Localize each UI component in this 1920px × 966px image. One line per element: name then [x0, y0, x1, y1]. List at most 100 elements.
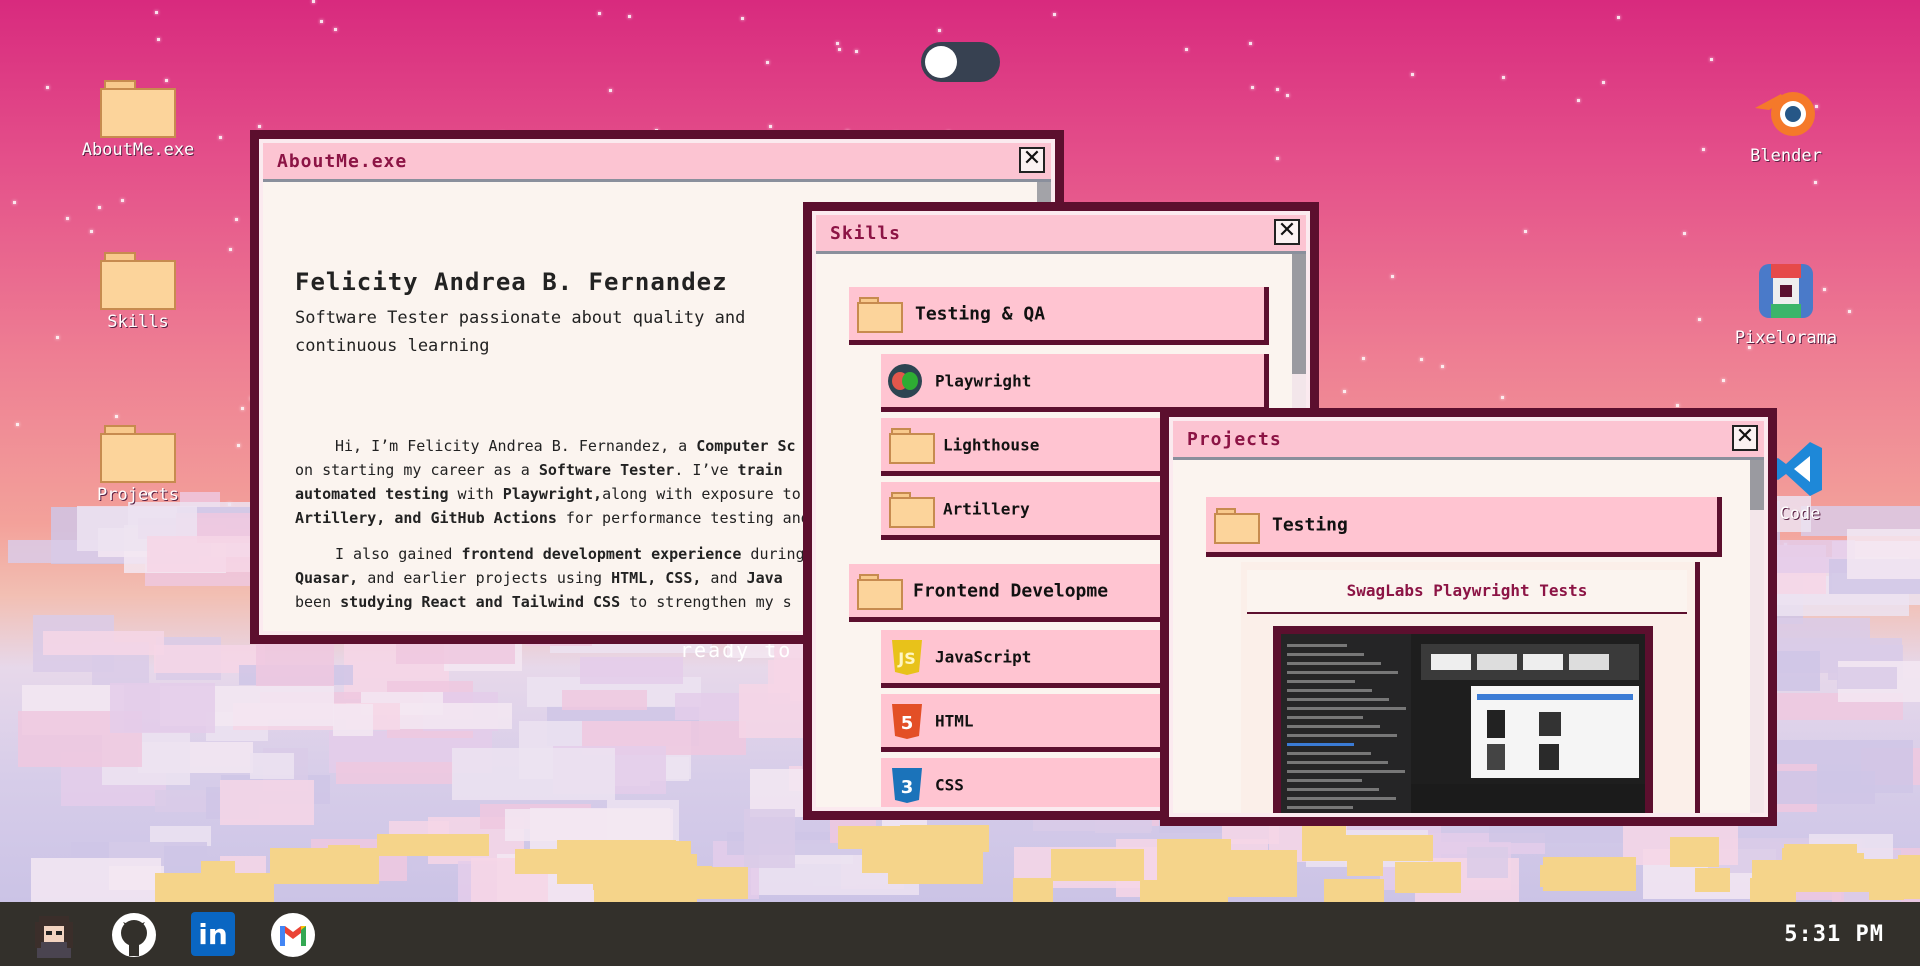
desktop-icon-projects[interactable]: Projects	[78, 425, 198, 505]
desktop-icon-label: Blender	[1750, 146, 1822, 166]
project-screenshot-frame	[1273, 626, 1653, 813]
skill-item-label: Playwright	[935, 371, 1032, 390]
text: on starting my career as a	[295, 461, 539, 479]
star	[1441, 365, 1444, 368]
clock: 5:31 PM	[1784, 922, 1884, 947]
window-titlebar[interactable]: Projects ✕	[1173, 421, 1764, 460]
desktop-icon-pixelorama[interactable]: Pixelorama	[1726, 258, 1846, 348]
close-button[interactable]: ✕	[1019, 147, 1045, 173]
star	[1722, 379, 1725, 382]
star	[98, 206, 101, 209]
scrollbar[interactable]	[1750, 460, 1764, 813]
blender-icon	[1755, 92, 1815, 136]
star	[115, 415, 118, 418]
star	[1502, 76, 1505, 79]
close-button[interactable]: ✕	[1732, 425, 1758, 451]
text: Hi, I’m Felicity Andrea B. Fernandez, a	[335, 437, 697, 455]
folder-icon	[1214, 508, 1260, 544]
star	[235, 218, 238, 221]
text: along with exposure to	[602, 485, 801, 503]
close-button[interactable]: ✕	[1274, 219, 1300, 245]
star	[16, 423, 19, 426]
projects-window: Projects ✕ Testing SwagLabs Playwright T…	[1160, 408, 1777, 826]
star	[838, 48, 841, 51]
window-titlebar[interactable]: AboutMe.exe ✕	[263, 143, 1051, 182]
window-titlebar[interactable]: Skills ✕	[816, 215, 1306, 254]
star	[1411, 73, 1414, 76]
text: and earlier projects using	[358, 569, 612, 587]
avatar-icon	[35, 916, 73, 958]
star	[1053, 13, 1056, 16]
theme-toggle[interactable]	[921, 42, 1000, 82]
vscode-icon	[1774, 442, 1822, 496]
star	[741, 17, 744, 20]
desktop-icon-label: Skills	[107, 312, 169, 332]
project-folder-testing[interactable]: Testing	[1206, 497, 1722, 557]
svg-text:5: 5	[901, 713, 914, 734]
star	[1702, 148, 1705, 151]
star	[1286, 94, 1289, 97]
star	[229, 248, 232, 251]
star	[56, 336, 59, 339]
scrollbar-thumb[interactable]	[1292, 254, 1306, 374]
github-icon	[112, 913, 156, 957]
github-button[interactable]	[111, 912, 157, 958]
star	[1577, 99, 1580, 102]
linkedin-button[interactable]: in	[191, 912, 237, 958]
text: Artillery, and GitHub Actions	[295, 509, 557, 527]
avatar[interactable]	[31, 912, 77, 958]
skill-item-label: HTML	[935, 711, 974, 730]
desktop: ready to c AboutMe.exe Skills Projects B…	[0, 0, 1920, 902]
star	[836, 42, 839, 45]
star	[769, 125, 772, 128]
project-card[interactable]: SwagLabs Playwright Tests	[1241, 562, 1700, 813]
star	[938, 29, 941, 32]
desktop-icon-blender[interactable]: Blender	[1726, 80, 1846, 166]
skill-group-testing[interactable]: Testing & QA	[849, 287, 1269, 345]
star	[1420, 358, 1423, 361]
star	[609, 89, 612, 92]
star	[334, 28, 337, 31]
linkedin-icon: in	[191, 912, 235, 956]
about-paragraph-1: Hi, I’m Felicity Andrea B. Fernandez, a …	[295, 434, 835, 530]
star	[1251, 86, 1254, 89]
skill-item-label: Artillery	[943, 499, 1030, 518]
star	[766, 61, 769, 64]
star	[1185, 48, 1188, 51]
skill-group-label: Frontend Developme	[913, 580, 1109, 601]
project-folder-label: Testing	[1272, 514, 1348, 535]
star	[1391, 275, 1394, 278]
gmail-icon	[271, 913, 315, 957]
folder-icon	[100, 80, 176, 138]
star	[598, 12, 601, 15]
project-card-title: SwagLabs Playwright Tests	[1247, 570, 1687, 614]
text: studying React and Tailwind CSS	[340, 593, 621, 611]
text: Java	[746, 569, 783, 587]
text: for performance testing and	[556, 509, 810, 527]
text: with	[448, 485, 503, 503]
star	[1698, 318, 1701, 321]
scrollbar-thumb[interactable]	[1750, 460, 1764, 510]
star	[1249, 42, 1252, 45]
folder-icon	[100, 425, 176, 483]
gmail-button[interactable]	[270, 912, 316, 958]
star	[320, 20, 323, 23]
text: during	[741, 545, 805, 563]
desktop-icon-skills[interactable]: Skills	[78, 252, 198, 332]
text: and	[701, 569, 747, 587]
star	[1276, 88, 1279, 91]
star	[237, 444, 240, 447]
desktop-icon-label: Projects	[97, 485, 179, 505]
star	[1617, 16, 1620, 19]
star	[1683, 232, 1686, 235]
desktop-icon-aboutme[interactable]: AboutMe.exe	[78, 80, 198, 160]
skill-item-playwright[interactable]: Playwright	[881, 354, 1269, 412]
skill-item-label: CSS	[935, 775, 964, 794]
text: Playwright,	[502, 485, 603, 503]
text: HTML, CSS,	[611, 569, 702, 587]
folder-icon	[857, 297, 903, 333]
text: . I’ve	[674, 461, 738, 479]
text: Software Tester	[538, 461, 675, 479]
window-title: AboutMe.exe	[277, 151, 408, 172]
svg-text:JS: JS	[897, 649, 915, 668]
